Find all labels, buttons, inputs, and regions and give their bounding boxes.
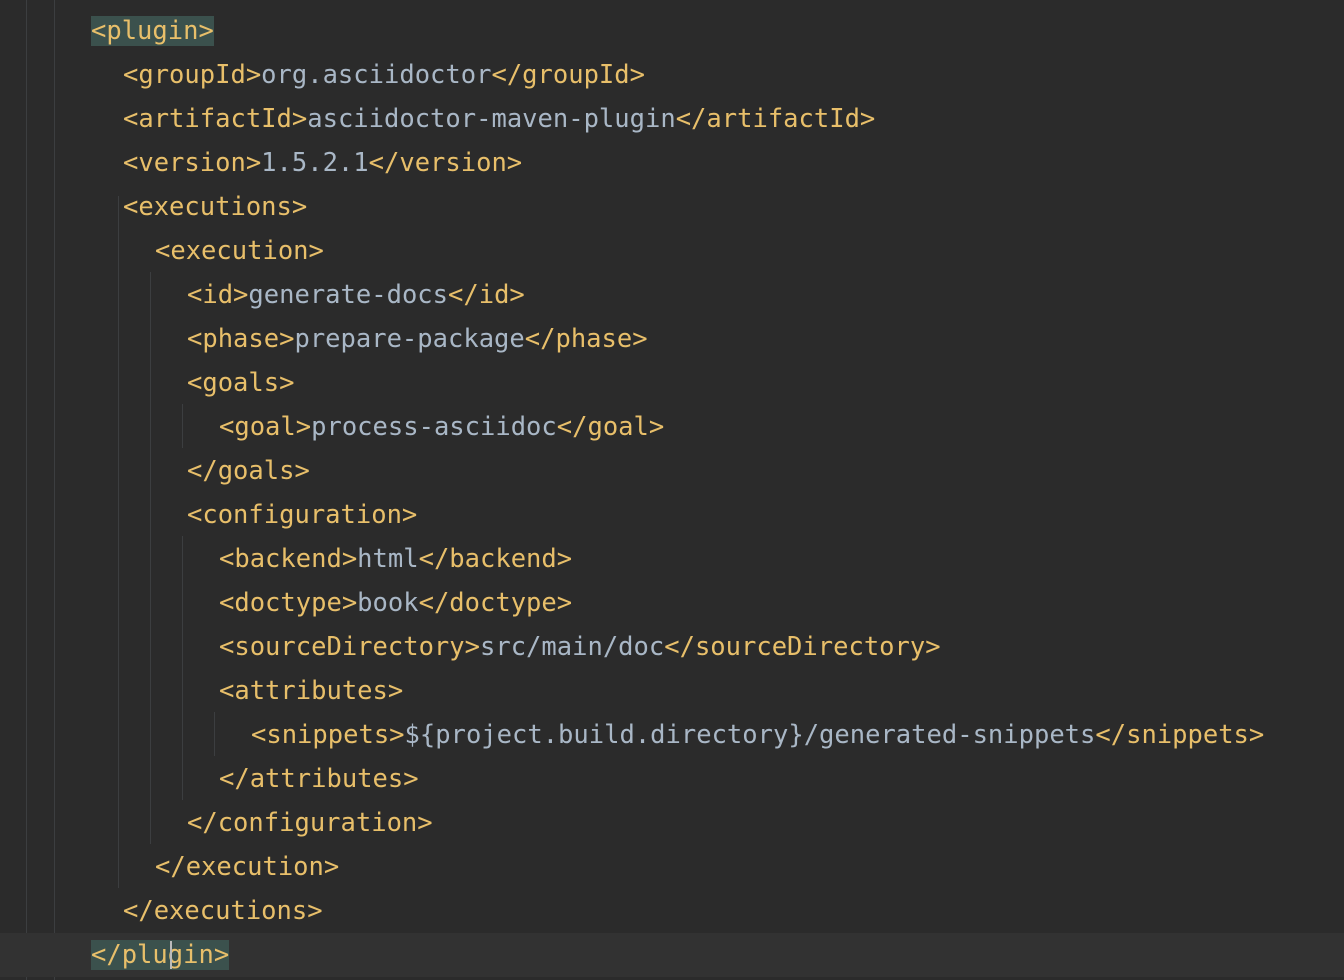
code-line-content: </execution> (155, 845, 339, 889)
code-line-content: <execution> (155, 229, 324, 273)
code-line-content: <executions> (123, 185, 307, 229)
tag-value: ${project.build.directory}/generated-sni… (404, 720, 1096, 750)
xml-tag: <doctype> (219, 588, 358, 618)
code-line[interactable]: <goals> (0, 361, 1344, 405)
xml-tag: <sourceDirectory> (219, 632, 480, 662)
code-line[interactable]: <doctype>book</doctype> (0, 581, 1344, 625)
xml-closing-tag: </backend> (418, 544, 573, 574)
xml-tag: <version> (123, 148, 262, 178)
code-line-content: <version>1.5.2.1</version> (123, 141, 522, 185)
code-line-content: </goals> (187, 449, 310, 493)
code-line[interactable]: <attributes> (0, 669, 1344, 713)
code-line[interactable]: </configuration> (0, 801, 1344, 845)
xml-tag: <execution> (155, 236, 324, 266)
xml-closing-tag: </goal> (556, 412, 665, 442)
tag-value: book (357, 588, 419, 618)
xml-tag: <attributes> (219, 676, 404, 706)
code-line[interactable]: <phase>prepare-package</phase> (0, 317, 1344, 361)
code-line-content: <backend>html</backend> (219, 537, 572, 581)
code-line[interactable]: <goal>process-asciidoc</goal> (0, 405, 1344, 449)
xml-tag: </execution> (155, 852, 340, 882)
tag-value: src/main/doc (480, 632, 665, 662)
tag-value: 1.5.2.1 (261, 148, 369, 178)
code-editor[interactable]: <plugin> <groupId>org.asciidoctor</groupI… (0, 0, 1344, 980)
code-line-content: <groupId>org.asciidoctor</groupId> (123, 53, 645, 97)
code-line-content: <attributes> (219, 669, 403, 713)
xml-closing-tag: </snippets> (1095, 720, 1265, 750)
tag-value: prepare-package (294, 324, 525, 354)
code-line-content: </configuration> (187, 801, 433, 845)
xml-tag: </attributes> (219, 764, 419, 794)
tag-value: html (357, 544, 419, 574)
tag-value: process-asciidoc (311, 412, 557, 442)
code-line[interactable]: <executions> (0, 185, 1344, 229)
xml-tag: <goals> (187, 368, 295, 398)
code-line[interactable]: <plugin> (0, 9, 1344, 53)
xml-tag: </configuration> (187, 808, 433, 838)
xml-tag: <id> (187, 280, 249, 310)
code-line-content: </executions> (123, 889, 323, 933)
xml-tag: <phase> (187, 324, 295, 354)
tag-value: generate-docs (248, 280, 449, 310)
code-line-content: <artifactId>asciidoctor-maven-plugin</ar… (123, 97, 875, 141)
code-line[interactable]: <sourceDirectory>src/main/doc</sourceDir… (0, 625, 1344, 669)
code-line[interactable]: <artifactId>asciidoctor-maven-plugin</ar… (0, 97, 1344, 141)
code-line-content: <snippets>${project.build.directory}/gen… (251, 713, 1264, 757)
code-line[interactable]: <groupId>org.asciidoctor</groupId> (0, 53, 1344, 97)
matched-tag: <plugin> (91, 16, 214, 46)
tag-value: org.asciidoctor (261, 60, 492, 90)
xml-closing-tag: </id> (448, 280, 525, 310)
code-line[interactable]: <snippets>${project.build.directory}/gen… (0, 713, 1344, 757)
code-line[interactable]: <version>1.5.2.1</version> (0, 141, 1344, 185)
xml-tag: <snippets> (251, 720, 405, 750)
code-line-content: <doctype>book</doctype> (219, 581, 572, 625)
code-line[interactable]: <execution> (0, 229, 1344, 273)
code-line[interactable]: </execution> (0, 845, 1344, 889)
xml-closing-tag: </groupId> (491, 60, 645, 90)
code-line-content: <configuration> (187, 493, 417, 537)
code-line-content: <id>generate-docs</id> (187, 273, 525, 317)
code-line[interactable]: <id>generate-docs</id> (0, 273, 1344, 317)
xml-closing-tag: </phase> (524, 324, 648, 354)
xml-tag: <goal> (219, 412, 312, 442)
code-line-content: <goal>process-asciidoc</goal> (219, 405, 664, 449)
code-line[interactable]: <configuration> (0, 493, 1344, 537)
code-line-content: <sourceDirectory>src/main/doc</sourceDir… (219, 625, 941, 669)
code-line-content: <goals> (187, 361, 294, 405)
tag-value: asciidoctor-maven-plugin (307, 104, 676, 134)
xml-tag: <groupId> (123, 60, 262, 90)
xml-closing-tag: </version> (368, 148, 523, 178)
code-line-content: <plugin> (91, 9, 214, 53)
xml-tag: <artifactId> (123, 104, 308, 134)
xml-closing-tag: </artifactId> (675, 104, 876, 134)
xml-closing-tag: </sourceDirectory> (664, 632, 941, 662)
xml-tag: <executions> (123, 192, 308, 222)
code-line-content: </plugin> (91, 933, 230, 977)
code-line[interactable]: </executions> (0, 889, 1344, 933)
matched-tag: </plugin> (91, 940, 230, 970)
code-line[interactable]: </attributes> (0, 757, 1344, 801)
code-line-content: <phase>prepare-package</phase> (187, 317, 648, 361)
xml-tag: </executions> (123, 896, 323, 926)
code-line[interactable]: <backend>html</backend> (0, 537, 1344, 581)
code-line[interactable]: </goals> (0, 449, 1344, 493)
xml-tag: <backend> (219, 544, 358, 574)
xml-closing-tag: </doctype> (418, 588, 573, 618)
xml-tag: <configuration> (187, 500, 418, 530)
text-caret (170, 941, 172, 969)
code-line-content: </attributes> (219, 757, 419, 801)
code-line[interactable]: </plugin> (0, 933, 1344, 977)
xml-tag: </goals> (187, 456, 310, 486)
